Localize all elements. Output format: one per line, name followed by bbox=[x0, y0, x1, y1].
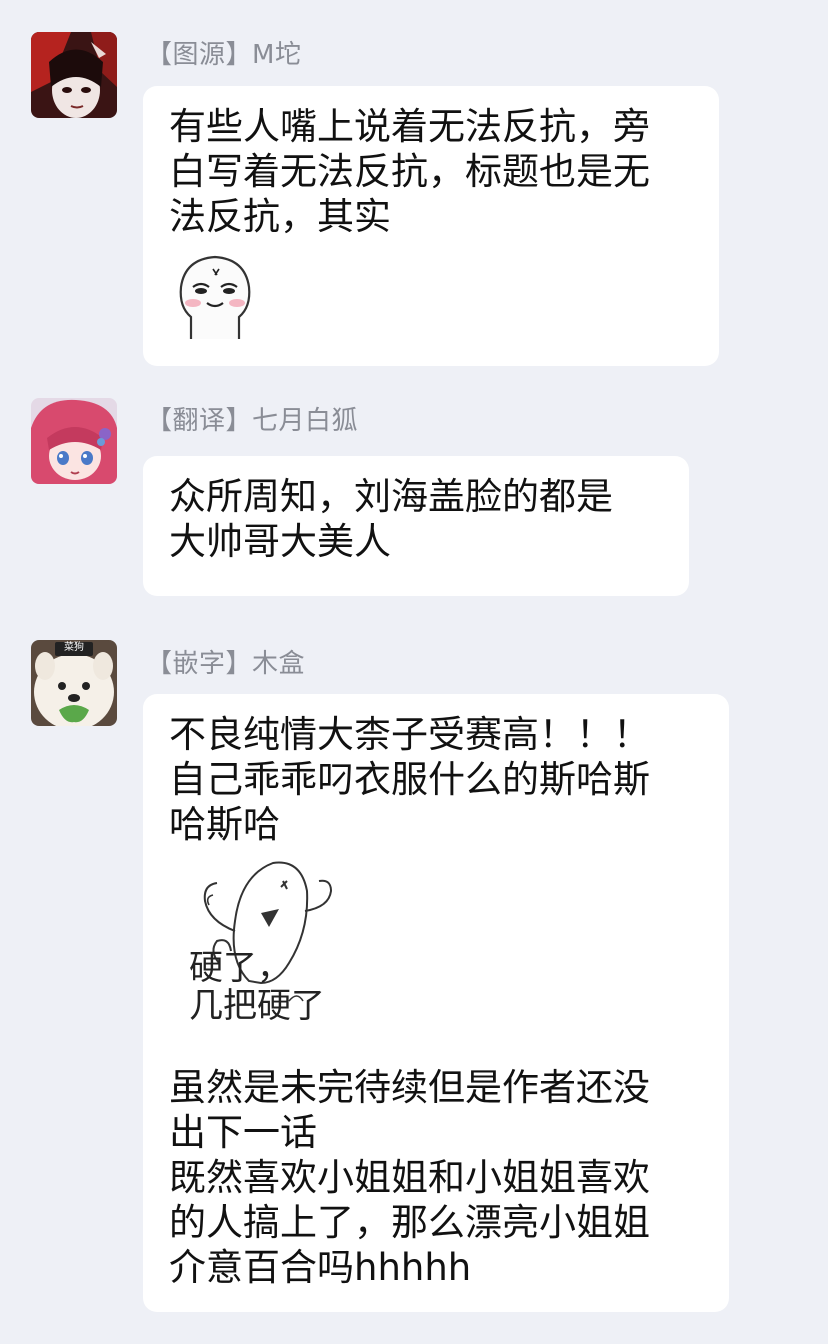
message-text-line: 既然喜欢小姐姐和小姐姐喜欢 bbox=[169, 1156, 650, 1199]
avatar-image bbox=[31, 398, 117, 484]
message-bubble[interactable]: 有些人嘴上说着无法反抗，旁 白写着无法反抗，标题也是无 法反抗，其实 bbox=[143, 86, 719, 366]
message-text-line: 有些人嘴上说着无法反抗，旁 bbox=[169, 105, 650, 148]
avatar[interactable] bbox=[31, 398, 117, 484]
message-text-line: 法反抗，其实 bbox=[169, 195, 391, 238]
message-bubble[interactable]: 众所周知，刘海盖脸的都是 大帅哥大美人 bbox=[143, 456, 689, 596]
avatar-badge-text: 菜狗 bbox=[64, 642, 84, 653]
sticker-caption-line: 几把硬了 bbox=[189, 986, 325, 1026]
avatar-image bbox=[31, 32, 117, 118]
message-text-line: 介意百合吗hhhhh bbox=[169, 1246, 472, 1289]
sender-name: 【翻译】七月白狐 bbox=[146, 406, 359, 436]
message-text-line: 不良纯情大柰子受赛高！！！ bbox=[169, 713, 650, 756]
sender-name: 【嵌字】木盒 bbox=[146, 649, 306, 679]
message-text-line: 众所周知，刘海盖脸的都是 bbox=[169, 475, 613, 518]
message-bubble[interactable]: 不良纯情大柰子受赛高！！！ 自己乖乖叼衣服什么的斯哈斯 哈斯哈 硬了， 几把硬了 bbox=[143, 694, 729, 1312]
chat-message-list: 【图源】M坨 有些人嘴上说着无法反抗，旁 白写着无法反抗，标题也是无 法反抗，其… bbox=[0, 0, 828, 1344]
message-text-line: 出下一话 bbox=[169, 1111, 317, 1154]
avatar[interactable] bbox=[31, 32, 117, 118]
sticker-caption-line: 硬了， bbox=[189, 948, 291, 988]
avatar[interactable]: 菜狗 bbox=[31, 640, 117, 726]
message-text-line: 大帅哥大美人 bbox=[169, 520, 391, 563]
doodle-ghost-sticker[interactable]: 硬了， 几把硬了 bbox=[169, 851, 349, 1049]
sender-name: 【图源】M坨 bbox=[146, 40, 302, 70]
blushing-face-sticker[interactable] bbox=[169, 247, 693, 339]
message-text-line: 自己乖乖叼衣服什么的斯哈斯 bbox=[169, 758, 650, 801]
message-text-line: 的人搞上了，那么漂亮小姐姐 bbox=[169, 1201, 650, 1244]
message-text-line: 哈斯哈 bbox=[169, 803, 280, 846]
message-text-line: 虽然是未完待续但是作者还没 bbox=[169, 1066, 650, 1109]
message-text-line: 白写着无法反抗，标题也是无 bbox=[169, 150, 650, 193]
